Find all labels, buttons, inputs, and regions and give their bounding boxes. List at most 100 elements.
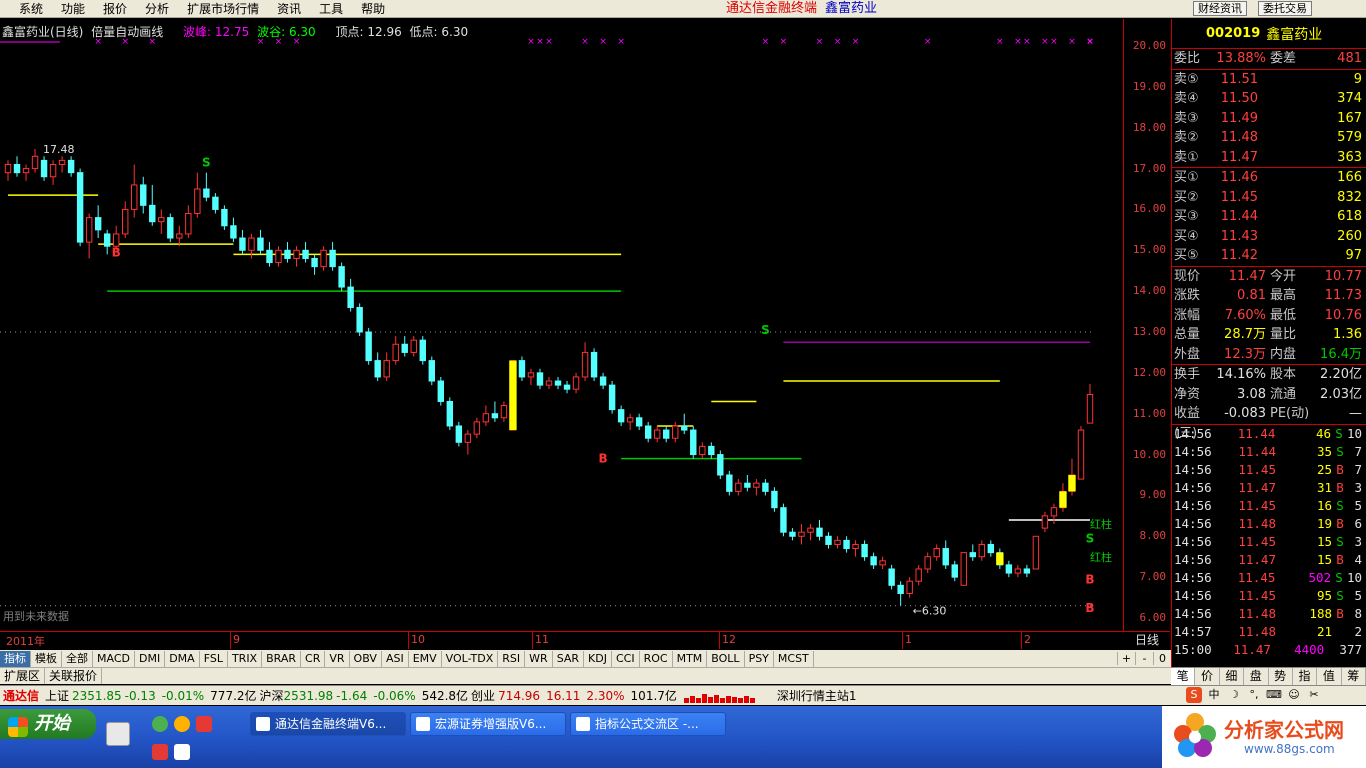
menu-item-7[interactable]: 帮助 — [352, 0, 394, 18]
kline-chart[interactable]: × × × × × × × × × × × × × × × × × × × × × × × × ××××××SBSBSBB红柱红… — [0, 19, 1124, 631]
indicator-tab[interactable]: MCST — [774, 650, 814, 667]
quote-tab[interactable]: 指 — [1293, 668, 1318, 685]
tick-volume: 4400 — [1294, 641, 1325, 657]
indicator-tab[interactable]: MACD — [93, 650, 135, 667]
indicator-tab[interactable]: VOL-TDX — [442, 650, 499, 667]
indicator-tab[interactable]: DMA — [165, 650, 200, 667]
asks-row: 卖④ 11.50 374 — [1172, 89, 1366, 109]
kline-chart-panel[interactable]: × × × × × × × × × × × × × × × × × × × × × × × × × × × × × × S B S B S B B 红柱红… — [0, 19, 1124, 649]
tick-count: 7 — [1354, 443, 1362, 459]
tick-row: 14:57 11.48 21 2 — [1172, 623, 1366, 641]
indicator-tab[interactable]: 指标 — [0, 650, 31, 667]
indicator-tab[interactable]: 模板 — [31, 650, 62, 667]
indicator-tab[interactable]: VR — [325, 650, 350, 667]
tick-count: 3 — [1354, 479, 1362, 495]
taskbar-task-button[interactable]: 宏源证券增强版V6... — [410, 712, 566, 736]
indicator-tab[interactable]: CR — [301, 650, 326, 667]
sogou-icon[interactable]: S — [1186, 687, 1202, 703]
top-label: 顶点: 12.96 — [335, 25, 402, 39]
stats2-value2: 2.20亿 — [1320, 367, 1362, 382]
indicator-nav-button[interactable]: + — [1117, 652, 1135, 665]
start-button[interactable]: 开始 — [0, 709, 96, 739]
indicator-tab[interactable]: WR — [525, 650, 553, 667]
tick-volume: 16 — [1316, 497, 1332, 513]
indicator-tab[interactable]: DMI — [135, 650, 166, 667]
menu-item-2[interactable]: 报价 — [94, 0, 136, 18]
indicator-tab[interactable]: ASI — [382, 650, 409, 667]
show-desktop-icon[interactable] — [106, 722, 130, 746]
menu-item-1[interactable]: 功能 — [52, 0, 94, 18]
candle-body — [653, 429, 661, 439]
indicator-nav-button[interactable]: 0 — [1153, 652, 1171, 665]
asks-label: 卖① — [1174, 149, 1199, 165]
indicator-tab[interactable]: TRIX — [228, 650, 263, 667]
indicator-tab[interactable]: RSI — [498, 650, 526, 667]
indicator-tab[interactable]: PSY — [745, 650, 774, 667]
menu-item-0[interactable]: 系统 — [10, 0, 52, 18]
taskbar-task-button[interactable]: 通达信金融终端V6... — [250, 712, 406, 736]
extension-tab[interactable]: 关联报价 — [45, 668, 103, 684]
indicator-tab[interactable]: CCI — [612, 650, 640, 667]
asks-label: 卖④ — [1174, 91, 1199, 106]
tick-row: 14:56 11.44 46 S 10 — [1172, 425, 1366, 443]
stock-title: 鑫富药业 — [825, 1, 878, 16]
indicator-tab[interactable]: BOLL — [707, 650, 745, 667]
menu-item-3[interactable]: 分析 — [136, 0, 178, 18]
candle-body — [500, 405, 508, 419]
extension-tab[interactable]: 扩展区 — [0, 668, 46, 684]
indicator-tab[interactable]: ROC — [640, 650, 673, 667]
indicator-tab[interactable]: SAR — [553, 650, 585, 667]
media-icon[interactable] — [174, 716, 190, 732]
indicator-tab[interactable]: MTM — [673, 650, 708, 667]
time-label: 12 — [722, 633, 736, 646]
flower-logo-icon — [1174, 713, 1216, 757]
app-icon[interactable] — [196, 716, 212, 732]
quote-tab[interactable]: 盘 — [1244, 668, 1269, 685]
period-label[interactable]: 日线 — [1124, 631, 1170, 649]
candle-body — [735, 482, 742, 492]
keyboard-icon[interactable]: ⌨ — [1266, 687, 1282, 703]
indicator-tab[interactable]: BRAR — [262, 650, 302, 667]
sogou-quick-icon[interactable] — [152, 744, 168, 760]
candle-body — [76, 172, 84, 243]
quote-tab[interactable]: 笔 — [1171, 668, 1196, 685]
indicator-tab[interactable]: EMV — [409, 650, 442, 667]
ime-chinese-icon[interactable]: 中 — [1206, 687, 1222, 703]
candle-body — [275, 249, 282, 264]
trade-signal-label: B — [599, 452, 608, 466]
menu-item-6[interactable]: 工具 — [310, 0, 352, 18]
candle-body — [176, 233, 183, 239]
menu-item-5[interactable]: 资讯 — [268, 0, 310, 18]
user-icon[interactable]: ☺ — [1286, 687, 1302, 703]
candle-body — [545, 380, 553, 386]
news-button[interactable]: 财经资讯 — [1193, 1, 1247, 16]
quote-tab[interactable]: 筹 — [1342, 668, 1366, 685]
candle-body — [4, 163, 12, 174]
indicator-nav-button[interactable]: - — [1135, 652, 1153, 665]
indicator-tab[interactable]: FSL — [200, 650, 228, 667]
moon-icon[interactable]: ☽ — [1226, 687, 1242, 703]
tick-price: 11.44 — [1237, 425, 1276, 441]
quote-tab[interactable]: 细 — [1220, 668, 1245, 685]
browser-icon[interactable] — [152, 716, 168, 732]
trade-button[interactable]: 委托交易 — [1258, 1, 1312, 16]
tick-side: B — [1336, 605, 1344, 621]
quote-tab[interactable]: 势 — [1269, 668, 1293, 685]
punct-icon[interactable]: °, — [1246, 687, 1262, 703]
help-icon[interactable] — [174, 744, 190, 760]
signal-marker: × — [996, 37, 1004, 47]
quote-tab[interactable]: 值 — [1317, 668, 1342, 685]
tick-time: 14:56 — [1174, 569, 1212, 585]
candle-body — [1023, 568, 1031, 574]
menu-item-4[interactable]: 扩展市场行情 — [178, 0, 268, 18]
indicator-tab[interactable]: 全部 — [62, 650, 93, 667]
taskbar-task-button[interactable]: 指标公式交流区 -... — [570, 712, 726, 736]
indicator-tab[interactable]: OBV — [350, 650, 382, 667]
stats-row: 外盘 12.3万 内盘 16.4万 — [1172, 345, 1366, 365]
tools-icon[interactable]: ✂ — [1306, 687, 1322, 703]
indicator-tab[interactable]: KDJ — [584, 650, 612, 667]
sz-index-name: 沪深 — [259, 689, 284, 703]
quote-tab[interactable]: 价 — [1195, 668, 1220, 685]
tick-time: 14:56 — [1174, 497, 1212, 513]
task-label: 通达信金融终端V6... — [275, 717, 387, 731]
